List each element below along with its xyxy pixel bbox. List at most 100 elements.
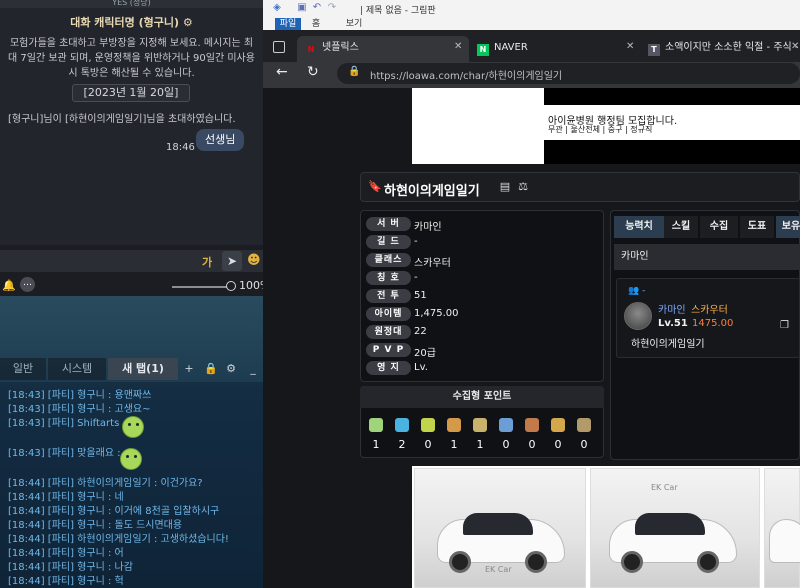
tab-stats[interactable]: 능력치 [614, 216, 664, 238]
ad-tag: EK Car [485, 565, 512, 574]
info-value-class: 스카우터 [414, 258, 451, 269]
collectible-2-value: 2 [398, 438, 406, 451]
more-icon[interactable]: … [20, 277, 35, 292]
id-card-icon[interactable]: ▤ [498, 180, 512, 194]
info-label-estate: 영 지 [366, 361, 411, 375]
collectible-7-value: 0 [528, 438, 536, 451]
paint-tab-home[interactable]: 홈 [306, 18, 326, 30]
info-value-guild: - [414, 236, 418, 247]
tab-general[interactable]: 일반 [0, 358, 46, 380]
car-ad-3[interactable] [764, 468, 800, 588]
lock-icon[interactable]: 🔒 [202, 360, 220, 378]
card-item-level: 1475.00 [692, 318, 734, 329]
chat-message: [18:43] [파티] 맞을래요 : [8, 448, 121, 459]
paint-tab-view[interactable]: 보기 [342, 18, 366, 30]
collectible-1-icon[interactable] [369, 418, 383, 432]
ime-indicator[interactable]: 가 [202, 254, 212, 270]
info-label-title: 칭 호 [366, 271, 411, 285]
server-subbar: 카마인 [614, 244, 800, 270]
bookmark-icon[interactable]: 🔖 [368, 180, 382, 194]
scale-icon[interactable]: ⚖ [516, 180, 530, 194]
info-value-combat: 51 [414, 290, 427, 301]
reload-icon[interactable]: ↻ [307, 64, 319, 80]
close-icon[interactable]: ✕ [454, 41, 462, 52]
collectible-9-icon[interactable] [577, 418, 591, 432]
redo-icon[interactable]: ↷ [326, 2, 338, 14]
collectible-2-icon[interactable] [395, 418, 409, 432]
chat-top-strip: YES (정당) [0, 0, 263, 8]
paint-tab-file[interactable]: 파일 [275, 18, 301, 30]
tab-netflix[interactable]: N 넷플릭스 [305, 37, 359, 59]
add-tab-icon[interactable]: + [180, 360, 198, 378]
collectible-3-icon[interactable] [421, 418, 435, 432]
collectible-7-icon[interactable] [525, 418, 539, 432]
chat-message: [18:43] [파티] Shiftarts : [8, 418, 126, 429]
card-server: 카마인 [658, 305, 686, 316]
banner-top-bar [544, 88, 800, 105]
bell-icon[interactable]: 🔔 [2, 279, 16, 292]
tab-actions-icon[interactable] [273, 41, 285, 53]
frog-emoticon-icon [120, 448, 142, 470]
tistory-icon: T [648, 44, 660, 56]
ad-tag: EK Car [651, 483, 678, 492]
collectible-4-icon[interactable] [447, 418, 461, 432]
character-name: 하현이의게임일기 [384, 184, 480, 199]
banner-subline: 무관 | 울산전체 | 중구 | 정규직 [548, 125, 653, 134]
info-label-server: 서 버 [366, 217, 411, 231]
wheel [697, 551, 719, 573]
minimize-icon[interactable]: _ [244, 360, 262, 378]
gear-icon[interactable]: ⚙ [183, 16, 193, 29]
car-image [769, 519, 800, 563]
lock-icon: 🔒 [348, 66, 361, 77]
tab-skills[interactable]: 스킬 [664, 216, 698, 238]
tab-tistory[interactable]: T 소액이지만 소소한 익절 - 주식 - [648, 37, 799, 59]
collectible-5-icon[interactable] [473, 418, 487, 432]
volume-knob[interactable] [226, 281, 236, 291]
collectible-1-value: 1 [372, 438, 380, 451]
wheel [449, 551, 471, 573]
chat-message: [18:44] [파티] 형구니 : 헉 [8, 576, 124, 587]
info-value-pvp: 20급 [414, 348, 436, 359]
tab-chart[interactable]: 도표 [740, 216, 774, 238]
netflix-icon: N [307, 45, 315, 54]
card-class: 스카우터 [691, 305, 728, 316]
info-label-expedition: 원정대 [366, 325, 411, 339]
chat-date-divider: [2023년 1월 20일] [72, 84, 190, 102]
copy-icon[interactable]: ❐ [780, 320, 789, 331]
chat-message: [18:44] [파티] 하현이의게임일기 : 이건가요? [8, 478, 203, 489]
volume-slider[interactable] [172, 286, 228, 288]
car-ad-2[interactable]: EK Car [590, 468, 760, 588]
frog-emoticon-icon [122, 416, 144, 438]
url-text[interactable]: https://loawa.com/char/하현이의게임일기 [370, 67, 562, 82]
gear-icon[interactable]: ⚙ [222, 360, 240, 378]
chat-message: [18:44] [파티] 형구니 : 네 [8, 492, 124, 503]
chat-message: [18:44] [파티] 형구니 : 나감 [8, 562, 133, 573]
close-icon[interactable]: ✕ [791, 41, 799, 52]
tab-owned[interactable]: 보유 [776, 216, 800, 238]
collectible-4-value: 1 [450, 438, 458, 451]
car-window [635, 513, 705, 535]
collectible-8-icon[interactable] [551, 418, 565, 432]
collectible-6-icon[interactable] [499, 418, 513, 432]
send-icon[interactable]: ➤ [222, 251, 242, 271]
chat-message: [18:44] [파티] 형구니 : 돌도 드시면대용 [8, 520, 183, 531]
tab-system[interactable]: 시스템 [48, 358, 106, 380]
chat-message: [18:43] [파티] 형구니 : 용맨짜쓰 [8, 390, 152, 401]
info-value-expedition: 22 [414, 326, 427, 337]
paint-title: | 제목 없음 - 그림판 [360, 6, 436, 16]
car-ad-1[interactable]: EK Car [414, 468, 586, 588]
info-label-pvp: P V P [366, 343, 411, 357]
tab-naver[interactable]: N NAVER [477, 37, 528, 59]
back-icon[interactable]: ← [276, 64, 288, 80]
tab-collect[interactable]: 수집 [700, 216, 738, 238]
close-icon[interactable]: ✕ [626, 41, 634, 52]
info-label-item: 아이템 [366, 307, 411, 321]
game-chat-tabs: 일반 시스템 새 탭(1) + 🔒 ⚙ _ [0, 358, 263, 380]
chat-notice: 모험가들을 초대하고 부방장을 지정해 보세요. 메시지는 최대 7일간 보관 … [8, 38, 255, 79]
info-value-item: 1,475.00 [414, 308, 459, 319]
undo-icon[interactable]: ↶ [311, 2, 323, 14]
bubble-time: 18:46 [166, 142, 195, 153]
info-value-title: - [414, 272, 418, 283]
save-icon[interactable]: ▣ [296, 2, 308, 14]
tab-new[interactable]: 새 탭(1) [108, 358, 178, 380]
